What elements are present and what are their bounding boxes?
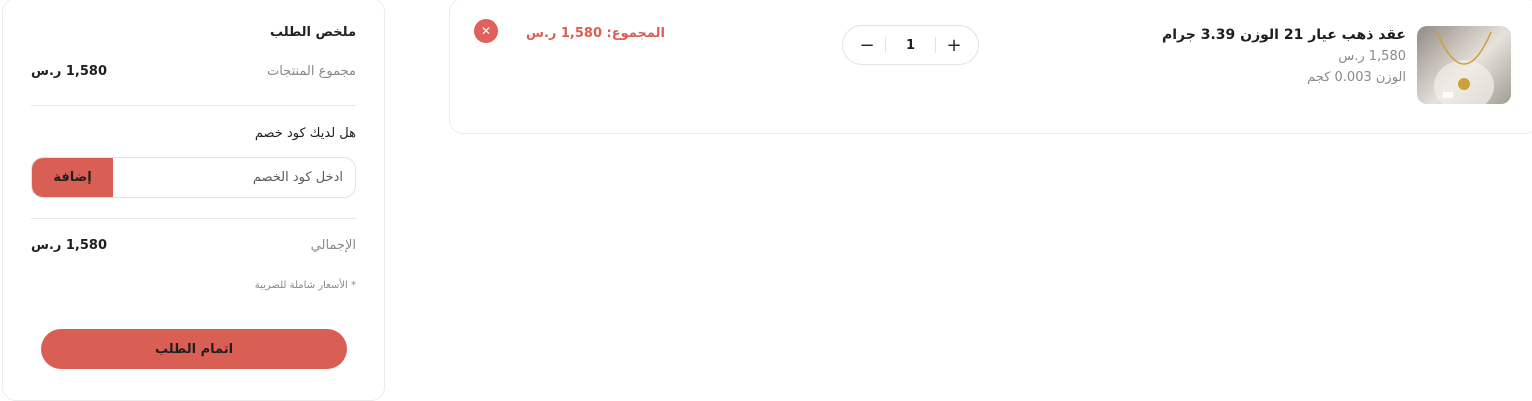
total-value: 1,580 ر.س [31,238,108,253]
subtotal-row: مجموع المنتجات 1,580 ر.س [31,64,356,79]
plus-icon: + [946,34,962,56]
decrease-quantity-button[interactable]: − [849,31,885,59]
product-info: عقد ذهب عيار 21 الوزن 3.39 جرام 1,580 ر.… [1162,27,1406,85]
line-total: المجموع: 1,580 ر.س [526,26,665,41]
checkout-button[interactable]: اتمام الطلب [41,329,347,369]
coupon-question: هل لديك كود خصم [254,126,356,141]
necklace-icon [1434,31,1494,104]
remove-item-button[interactable]: ✕ [474,19,498,43]
subtotal-value: 1,580 ر.س [31,64,108,79]
total-label: الإجمالي [310,238,356,253]
minus-icon: − [859,34,875,56]
subtotal-label: مجموع المنتجات [266,64,356,79]
total-row: الإجمالي 1,580 ر.س [31,238,356,253]
gold-necklace-image[interactable] [1417,26,1511,104]
quantity-value: 1 [905,37,916,53]
product-price: 1,580 ر.س [1338,49,1406,64]
coupon-input[interactable] [113,158,355,197]
close-icon: ✕ [480,24,492,38]
divider [31,105,356,106]
summary-title: ملخص الطلب [269,25,356,40]
cart-item-card: عقد ذهب عيار 21 الوزن 3.39 جرام 1,580 ر.… [449,0,1532,134]
product-name[interactable]: عقد ذهب عيار 21 الوزن 3.39 جرام [1162,27,1406,43]
quantity-stepper: − 1 + [842,25,979,65]
divider [31,218,356,219]
coupon-add-button[interactable]: إضافة [32,158,113,197]
order-summary-panel: ملخص الطلب مجموع المنتجات 1,580 ر.س هل ل… [2,0,385,401]
coupon-box: إضافة [31,157,356,198]
tax-note: * الأسعار شاملة للضريبة [254,280,356,291]
product-weight: الوزن 0.003 كجم [1307,70,1406,85]
increase-quantity-button[interactable]: + [936,31,972,59]
